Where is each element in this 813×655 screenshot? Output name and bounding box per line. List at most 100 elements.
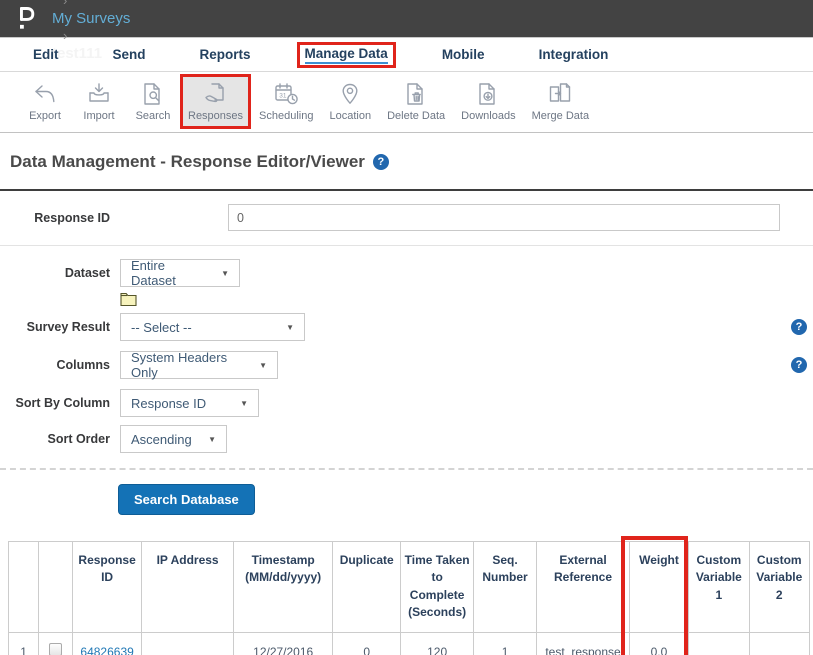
checkbox-cell [39,632,73,655]
toolbar-item-label: Downloads [461,110,515,122]
survey-result-select[interactable]: -- Select -- ▼ [120,313,305,341]
column-header-custom-variable-1: Custom Variable 1 [689,542,749,633]
toolbar-item-label: Import [83,110,114,122]
dataset-select[interactable]: Entire Dataset ▼ [120,259,240,287]
help-icon[interactable]: ? [373,154,389,170]
column-header-response-id: Response ID [73,542,141,633]
chevron-down-icon: ▼ [259,361,267,370]
toolbar-item-location[interactable]: Location [321,74,379,129]
tab-label: Edit [33,47,59,62]
divider [0,468,813,470]
chevron-down-icon: ▼ [208,435,216,444]
response-id-label: Response ID [0,211,110,225]
manage-data-toolbar: Export Import Search Responses 31 Scheduling L… [0,72,813,133]
toolbar-item-label: Export [29,110,61,122]
custom-var1-cell [689,632,749,655]
top-bar: Surveys▼›My Surveys›test111 [0,0,813,38]
tab-label: Reports [200,47,251,62]
search-doc-icon [139,80,167,107]
chevron-down-icon: ▼ [286,323,294,332]
column-header [9,542,39,633]
delete-data-icon [402,80,430,107]
column-header-custom-variable-2: Custom Variable 2 [749,542,809,633]
sort-order-select[interactable]: Ascending ▼ [120,425,227,453]
toolbar-item-export[interactable]: Export [18,74,72,129]
column-header-ip-address: IP Address [141,542,234,633]
sort-order-label: Sort Order [0,432,110,446]
tab-label: Manage Data [305,46,388,64]
dataset-label: Dataset [0,266,110,280]
ip-address-cell [141,632,234,655]
sort-order-value: Ascending [131,432,192,447]
toolbar-item-label: Merge Data [532,110,589,122]
tab-label: Integration [539,47,609,62]
questionpro-logo-icon[interactable] [16,5,36,32]
scheduling-icon: 31 [271,80,301,107]
row-checkbox[interactable] [49,643,62,655]
survey-result-value: -- Select -- [131,320,192,335]
export-icon [31,80,59,107]
survey-result-label: Survey Result [0,320,110,334]
tab-integration[interactable]: Integration [531,43,617,66]
search-database-button[interactable]: Search Database [118,484,255,515]
sort-by-column-select[interactable]: Response ID ▼ [120,389,259,417]
toolbar-item-downloads[interactable]: Downloads [453,74,523,129]
chevron-down-icon: ▼ [240,399,248,408]
survey-result-help-icon[interactable]: ? [791,319,807,335]
toolbar-item-delete-data[interactable]: Delete Data [379,74,453,129]
duplicate-cell: 0 [332,632,400,655]
tab-mobile[interactable]: Mobile [434,43,493,66]
sort-by-column-label: Sort By Column [0,396,110,410]
response-id-link[interactable]: 64826639 [80,645,133,655]
breadcrumb-separator: › [63,0,67,8]
time-taken-cell: 120 [401,632,473,655]
columns-label: Columns [0,358,110,372]
column-header-duplicate: Duplicate [332,542,400,633]
results-table: Response IDIP AddressTimestamp (MM/dd/yy… [8,541,810,655]
column-header [39,542,73,633]
downloads-icon [474,80,502,107]
toolbar-item-label: Responses [188,110,243,122]
toolbar-item-label: Search [136,110,171,122]
response-id-cell: 64826639 [73,632,141,655]
location-icon [336,80,364,107]
toolbar-item-scheduling[interactable]: 31 Scheduling [251,74,321,129]
toolbar-item-label: Location [329,110,371,122]
column-header-timestamp-mm-dd-yyyy: Timestamp (MM/dd/yyyy) [234,542,333,633]
columns-value: System Headers Only [131,350,247,380]
columns-help-icon[interactable]: ? [791,357,807,373]
tab-label: Send [113,47,146,62]
tab-send[interactable]: Send [105,43,154,66]
toolbar-item-search[interactable]: Search [126,74,180,129]
tab-reports[interactable]: Reports [192,43,259,66]
tab-manage-data[interactable]: Manage Data [297,42,396,68]
chevron-down-icon: ▼ [221,269,229,278]
tab-edit[interactable]: Edit [25,43,67,66]
toolbar-item-label: Delete Data [387,110,445,122]
custom-var2-cell [749,632,809,655]
breadcrumb-item-my-surveys[interactable]: My Surveys [52,10,130,27]
table-row: 16482663912/27/2016 15:52:0801201test_re… [9,632,810,655]
breadcrumb-separator: › [63,28,67,43]
column-header-seq-number: Seq. Number [473,542,536,633]
toolbar-item-label: Scheduling [259,110,313,122]
dataset-value: Entire Dataset [131,258,209,288]
responses-icon [202,80,230,107]
toolbar-item-responses[interactable]: Responses [180,74,251,129]
tab-bar: Edit Send Reports Manage Data Mobile Integrat… [0,38,813,72]
column-header-external-reference: External Reference [537,542,630,633]
timestamp-cell: 12/27/2016 15:52:08 [234,632,333,655]
column-header-time-taken-to-complete-seconds: Time Taken to Complete (Seconds) [401,542,473,633]
folder-icon[interactable] [120,291,813,306]
external-reference-cell: test_response [537,632,630,655]
seq-number-cell: 1 [473,632,536,655]
response-id-input[interactable] [228,204,780,231]
tab-label: Mobile [442,47,485,62]
toolbar-item-import[interactable]: Import [72,74,126,129]
svg-text:31: 31 [280,93,288,100]
toolbar-item-merge-data[interactable]: Merge Data [524,74,597,129]
sort-by-value: Response ID [131,396,206,411]
index-cell: 1 [9,632,39,655]
results-table-container: Response IDIP AddressTimestamp (MM/dd/yy… [8,541,810,655]
columns-select[interactable]: System Headers Only ▼ [120,351,278,379]
